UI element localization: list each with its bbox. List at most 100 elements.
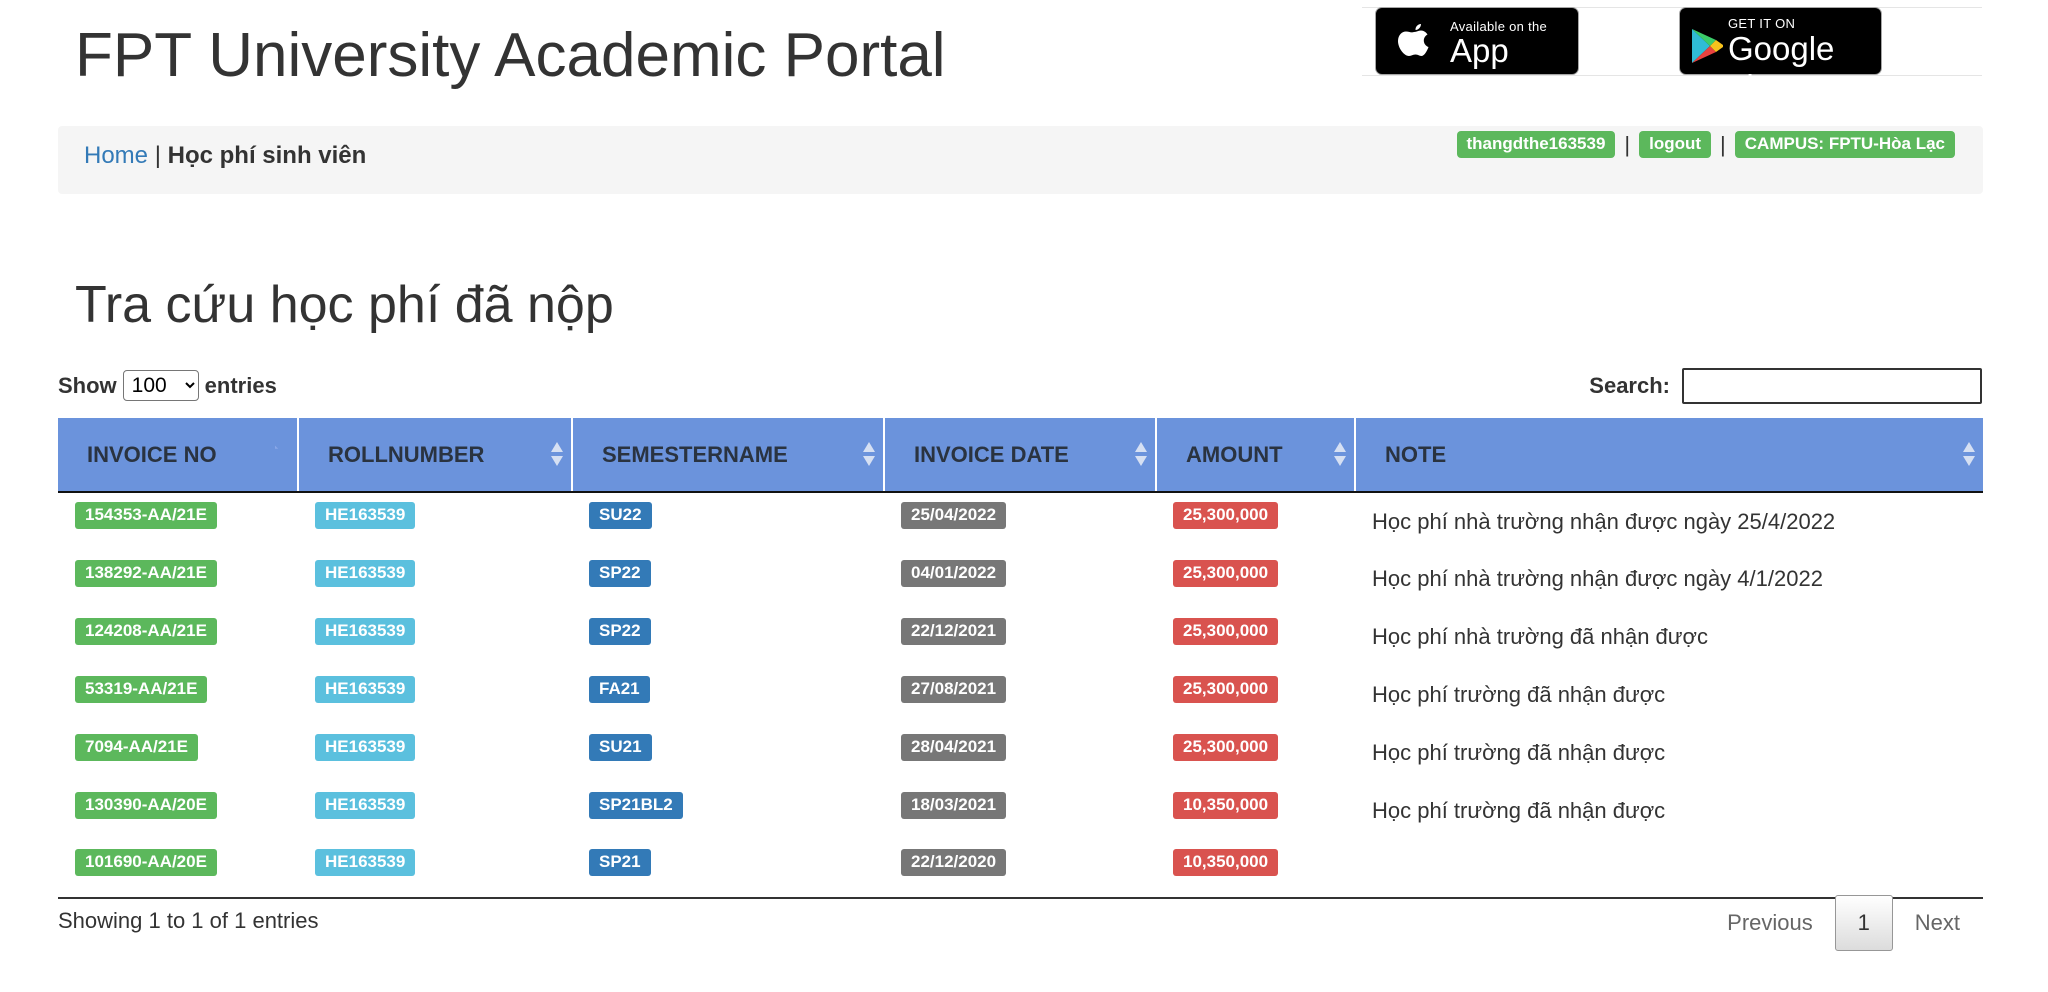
google-play-big-text: Google play bbox=[1728, 30, 1835, 105]
table-row: 138292-AA/21E HE163539 SP22 04/01/2022 2… bbox=[58, 550, 1983, 608]
invoice-no-badge: 130390-AA/20E bbox=[75, 791, 217, 819]
google-play-small-text: GET IT ON bbox=[1728, 16, 1796, 31]
col-header-invoice-date[interactable]: INVOICE DATE bbox=[884, 418, 1157, 493]
table-row: 130390-AA/20E HE163539 SP21BL2 18/03/202… bbox=[58, 782, 1983, 840]
table-row: 53319-AA/21E HE163539 FA21 27/08/2021 25… bbox=[58, 666, 1983, 724]
col-header-amount[interactable]: AMOUNT bbox=[1156, 418, 1356, 493]
sort-asc-icon bbox=[275, 445, 279, 449]
invoice-date-badge: 27/08/2021 bbox=[901, 675, 1007, 703]
invoice-date-badge: 04/01/2022 bbox=[901, 559, 1007, 587]
app-store-big-text: App Store bbox=[1450, 32, 1529, 107]
table-header-row: INVOICE NO ROLLNUMBER SEMESTERNAME INVOI… bbox=[58, 418, 1983, 493]
note-cell: Học phí trường đã nhận được bbox=[1372, 682, 1666, 707]
semester-badge: SU22 bbox=[589, 502, 652, 529]
logout-button[interactable]: logout bbox=[1639, 131, 1712, 158]
breadcrumb-current: Học phí sinh viên bbox=[167, 142, 367, 169]
semester-badge: SP22 bbox=[589, 559, 651, 587]
show-label: Show bbox=[58, 372, 117, 398]
note-cell: Học phí trường đã nhận được bbox=[1372, 740, 1666, 765]
invoice-date-badge: 18/03/2021 bbox=[901, 791, 1007, 819]
col-header-label: INVOICE NO bbox=[87, 441, 217, 467]
page-size-control: Show 100 entries bbox=[58, 370, 277, 401]
col-header-semestername[interactable]: SEMESTERNAME bbox=[572, 418, 885, 493]
col-header-label: SEMESTERNAME bbox=[602, 441, 788, 467]
table-info: Showing 1 to 1 of 1 entries bbox=[58, 908, 319, 933]
rollnumber-badge: HE163539 bbox=[315, 791, 416, 819]
invoice-date-badge: 22/12/2021 bbox=[901, 617, 1007, 645]
note-cell: Học phí trường đã nhận được bbox=[1372, 798, 1666, 823]
invoice-date-badge: 28/04/2021 bbox=[901, 733, 1007, 761]
label-separator: | bbox=[1720, 131, 1726, 157]
portal-title: FPT University Academic Portal bbox=[75, 21, 946, 90]
rollnumber-badge: HE163539 bbox=[315, 617, 416, 645]
amount-badge: 25,300,000 bbox=[1173, 733, 1279, 761]
rollnumber-badge: HE163539 bbox=[315, 733, 416, 761]
breadcrumb-separator: | bbox=[154, 142, 161, 169]
invoice-date-badge: 22/12/2020 bbox=[901, 849, 1007, 876]
table-row: 154353-AA/21E HE163539 SU22 25/04/2022 2… bbox=[58, 492, 1983, 550]
entries-label: entries bbox=[204, 372, 277, 398]
invoice-no-badge: 154353-AA/21E bbox=[75, 502, 217, 529]
label-separator: | bbox=[1624, 131, 1631, 157]
sort-icon bbox=[1334, 442, 1346, 466]
note-cell bbox=[1355, 840, 1983, 899]
rollnumber-badge: HE163539 bbox=[315, 675, 416, 703]
invoice-table: INVOICE NO ROLLNUMBER SEMESTERNAME INVOI… bbox=[58, 418, 1983, 899]
home-link[interactable]: Home bbox=[84, 142, 148, 169]
note-cell: Học phí nhà trường đã nhận được bbox=[1372, 624, 1708, 649]
table-row: 7094-AA/21E HE163539 SU21 28/04/2021 25,… bbox=[58, 724, 1983, 782]
col-header-label: AMOUNT bbox=[1186, 441, 1283, 467]
amount-badge: 10,350,000 bbox=[1173, 791, 1279, 819]
note-cell: Học phí nhà trường nhận được ngày 25/4/2… bbox=[1372, 508, 1836, 534]
amount-badge: 25,300,000 bbox=[1173, 502, 1279, 529]
search-control: Search: bbox=[1589, 368, 1982, 404]
semester-badge: SP21BL2 bbox=[589, 791, 683, 819]
invoice-no-badge: 101690-AA/20E bbox=[75, 849, 217, 876]
previous-button[interactable]: Previous bbox=[1705, 900, 1835, 946]
page-1-button[interactable]: 1 bbox=[1834, 895, 1893, 951]
search-label: Search: bbox=[1589, 373, 1670, 398]
app-store-badge[interactable]: Available on the App Store bbox=[1375, 7, 1579, 107]
user-labels: thangdthe163539 | logout | CAMPUS: FPTU-… bbox=[1456, 131, 1955, 158]
semester-badge: SP22 bbox=[589, 617, 651, 645]
sort-icon bbox=[1135, 442, 1147, 466]
page-size-select[interactable]: 100 bbox=[122, 370, 199, 401]
rollnumber-badge: HE163539 bbox=[315, 502, 416, 529]
invoice-no-badge: 138292-AA/21E bbox=[75, 559, 217, 587]
semester-badge: FA21 bbox=[589, 675, 650, 703]
amount-badge: 25,300,000 bbox=[1173, 617, 1279, 645]
google-play-icon bbox=[1692, 29, 1723, 63]
table-row: 124208-AA/21E HE163539 SP22 22/12/2021 2… bbox=[58, 608, 1983, 666]
breadcrumb: Home | Học phí sinh viên bbox=[84, 142, 366, 170]
col-header-rollnumber[interactable]: ROLLNUMBER bbox=[298, 418, 573, 493]
amount-badge: 25,300,000 bbox=[1173, 559, 1279, 587]
table-row: 101690-AA/20E HE163539 SP21 22/12/2020 1… bbox=[58, 840, 1983, 899]
campus-label: CAMPUS: FPTU-Hòa Lạc bbox=[1734, 131, 1955, 158]
username-label[interactable]: thangdthe163539 bbox=[1456, 131, 1616, 158]
col-header-invoice-no[interactable]: INVOICE NO bbox=[58, 418, 299, 493]
semester-badge: SU21 bbox=[589, 733, 652, 761]
col-header-label: INVOICE DATE bbox=[914, 441, 1069, 467]
invoice-date-badge: 25/04/2022 bbox=[901, 502, 1007, 529]
rollnumber-badge: HE163539 bbox=[315, 559, 416, 587]
col-header-label: NOTE bbox=[1385, 441, 1447, 467]
col-header-label: ROLLNUMBER bbox=[328, 441, 485, 467]
sort-icon bbox=[1963, 442, 1975, 466]
rollnumber-badge: HE163539 bbox=[315, 849, 416, 876]
invoice-no-badge: 53319-AA/21E bbox=[75, 675, 208, 703]
sort-icon bbox=[551, 442, 563, 466]
search-input[interactable] bbox=[1682, 368, 1982, 404]
invoice-no-badge: 7094-AA/21E bbox=[75, 733, 199, 761]
invoice-no-badge: 124208-AA/21E bbox=[75, 617, 217, 645]
note-cell: Học phí nhà trường nhận được ngày 4/1/20… bbox=[1372, 566, 1823, 591]
amount-badge: 10,350,000 bbox=[1173, 849, 1279, 876]
apple-icon bbox=[1398, 24, 1429, 56]
semester-badge: SP21 bbox=[589, 849, 651, 876]
amount-badge: 25,300,000 bbox=[1173, 675, 1279, 703]
sort-icon bbox=[863, 442, 875, 466]
pagination: Previous 1 Next bbox=[1705, 895, 1982, 951]
col-header-note[interactable]: NOTE bbox=[1355, 418, 1983, 493]
page-title: Tra cứu học phí đã nộp bbox=[75, 276, 614, 334]
google-play-badge[interactable]: GET IT ON Google play bbox=[1679, 7, 1882, 105]
next-button[interactable]: Next bbox=[1893, 900, 1982, 946]
